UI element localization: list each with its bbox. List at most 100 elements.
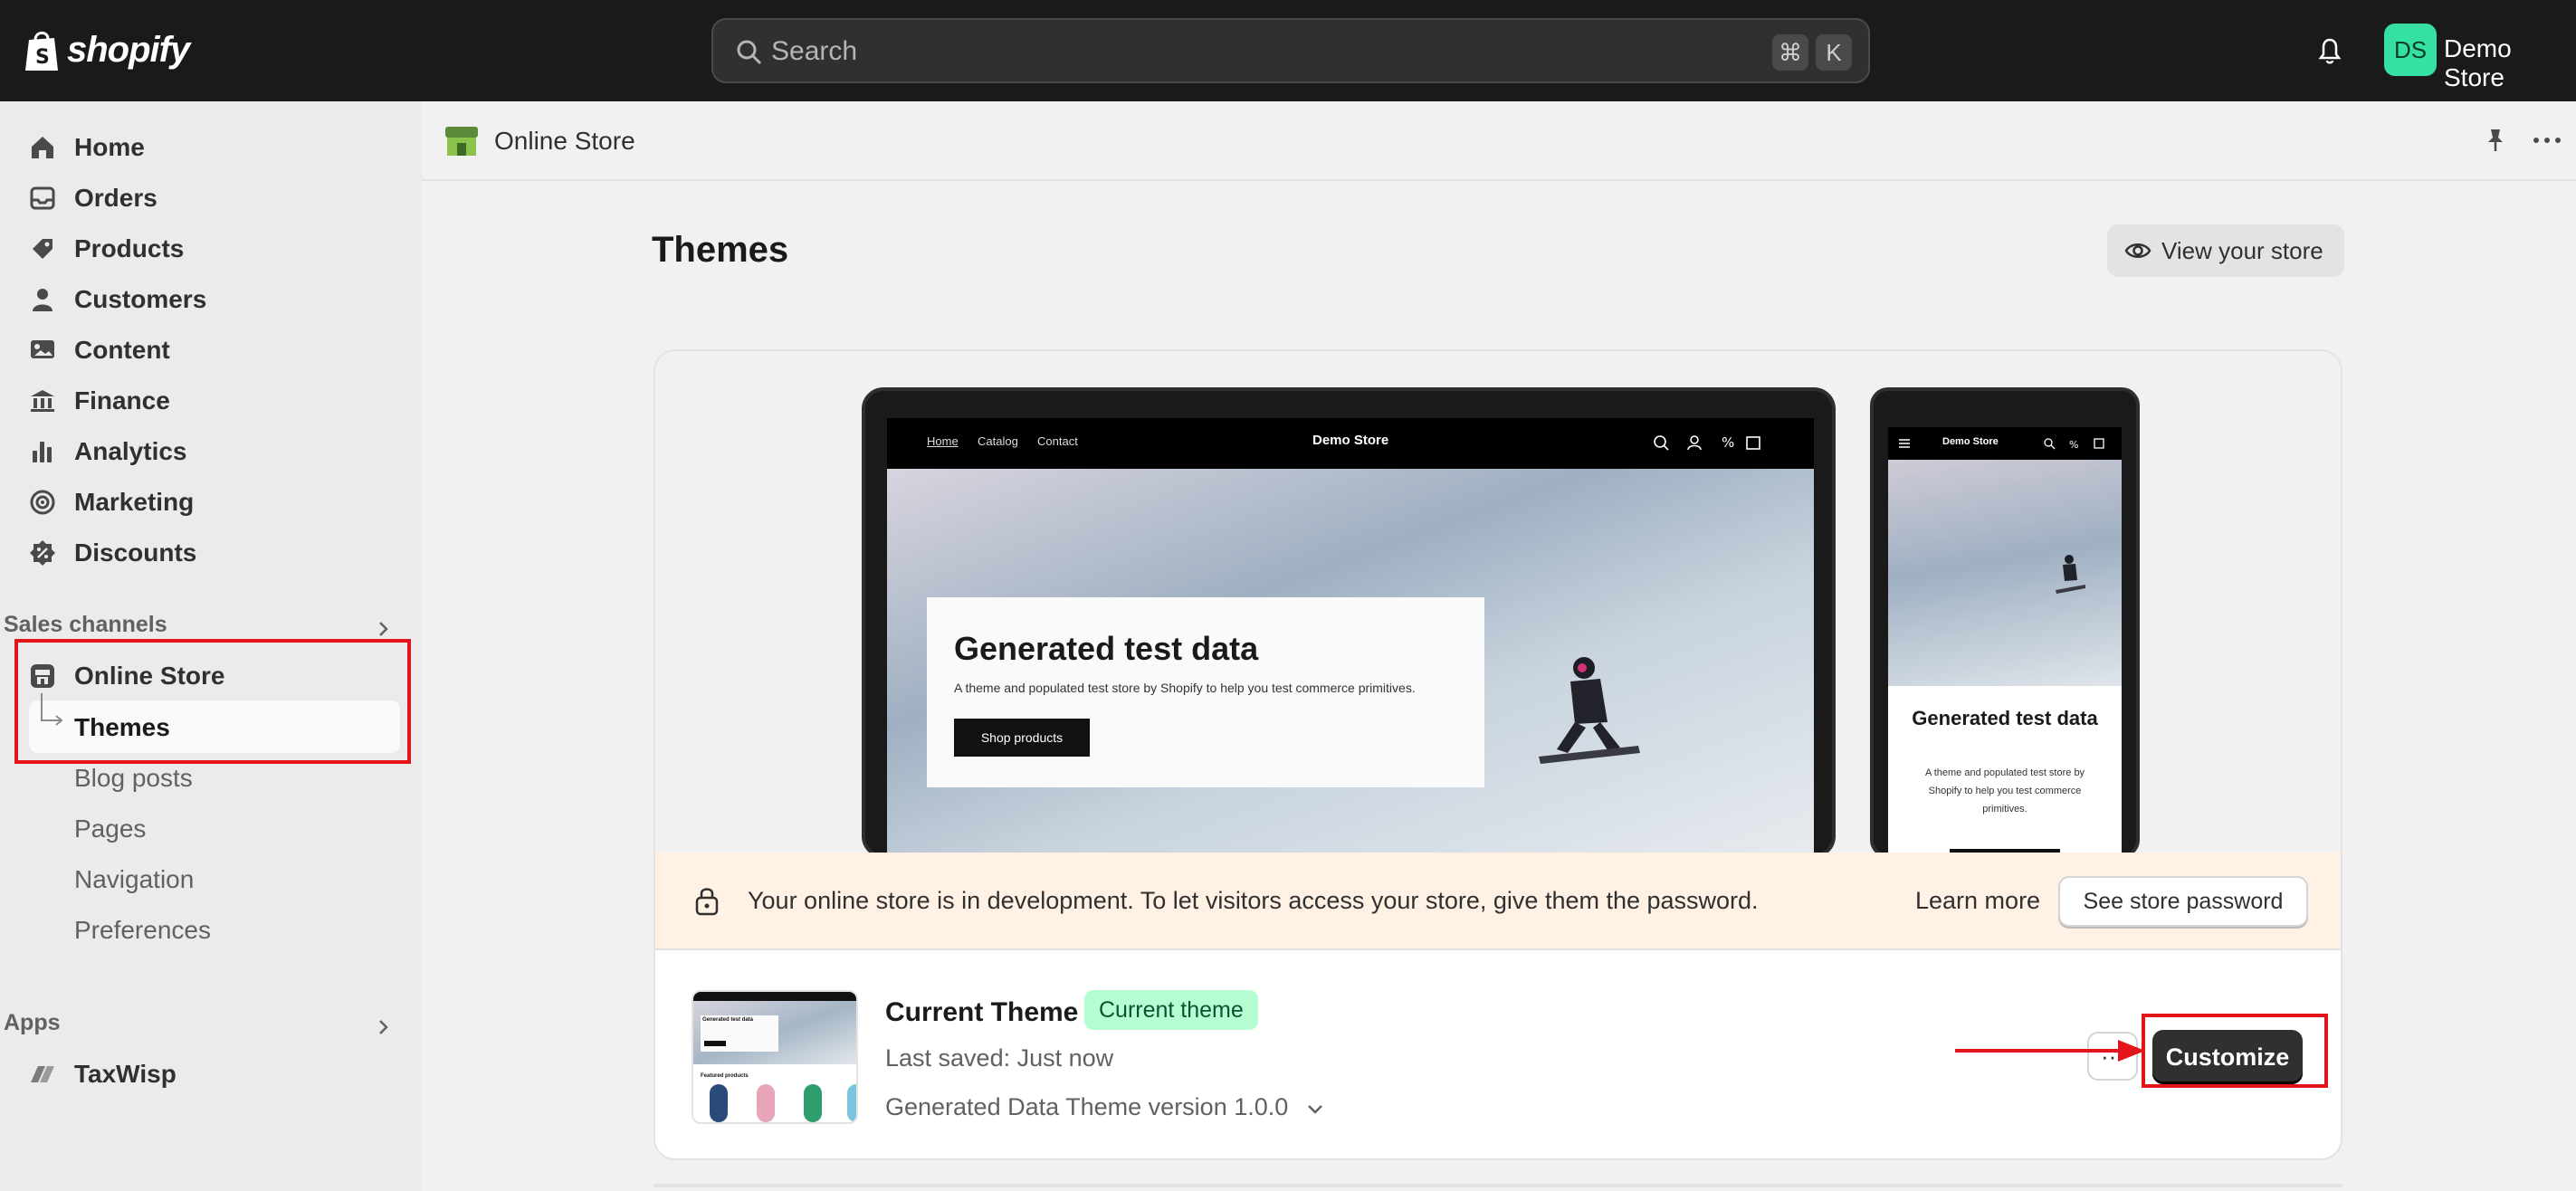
- shortcut-k-key: K: [1816, 34, 1852, 71]
- view-store-label: View your store: [2161, 236, 2323, 264]
- theme-name: Current Theme: [885, 997, 1079, 1027]
- banner-message: Your online store is in development. To …: [748, 887, 1759, 914]
- target-icon: [30, 490, 55, 515]
- bank-icon: [31, 390, 54, 412]
- sidebar-item-label: TaxWisp: [74, 1060, 177, 1088]
- notification-bell-icon[interactable]: [2314, 34, 2346, 67]
- avatar[interactable]: DS: [2384, 24, 2437, 76]
- sidebar-item-label: Finance: [74, 386, 170, 414]
- sidebar-item-label: Customers: [74, 285, 207, 313]
- sidebar-item-marketing[interactable]: Marketing: [27, 480, 407, 525]
- thumb-title: Generated test data: [702, 1017, 754, 1023]
- sidebar-item-taxwisp[interactable]: TaxWisp: [27, 1052, 407, 1097]
- sidebar-item-label: Products: [74, 234, 185, 262]
- preview-nav-link: Contact: [1037, 434, 1078, 448]
- sidebar-item-discounts[interactable]: Discounts: [27, 530, 407, 576]
- next-card-edge: [654, 1184, 2342, 1187]
- mobile-nav-icons: %: [2044, 438, 2104, 451]
- chevron-down-icon[interactable]: [1305, 1099, 1325, 1119]
- page-title: Themes: [652, 230, 789, 270]
- svg-text:%: %: [1722, 434, 1734, 451]
- shortcut-cmd-key: ⌘: [1772, 34, 1808, 71]
- pin-icon[interactable]: [2482, 127, 2509, 154]
- preview-nav: Home Catalog Contact Demo Store %: [887, 418, 1814, 469]
- mobile-preview-brand: Demo Store: [1942, 436, 1999, 447]
- sidebar-item-label: Home: [74, 133, 145, 161]
- sidebar-item-pages[interactable]: Pages: [74, 815, 146, 843]
- snowboarder-illustration: [1539, 657, 1640, 764]
- sidebar-item-label: Content: [74, 336, 170, 364]
- sidebar-item-analytics[interactable]: Analytics: [27, 429, 407, 474]
- preview-nav-link: Home: [927, 434, 959, 448]
- sidebar-item-blog-posts[interactable]: Blog posts: [74, 764, 193, 793]
- current-theme-badge: Current theme: [1084, 990, 1258, 1030]
- desktop-preview-frame: Home Catalog Contact Demo Store % Genera…: [862, 387, 1836, 871]
- annotation-highlight-box: [14, 639, 411, 764]
- sidebar-item-finance[interactable]: Finance: [27, 378, 407, 424]
- shopify-logo[interactable]: S shopify: [24, 27, 190, 72]
- content-icon: [31, 340, 54, 358]
- thumb-product: [757, 1084, 775, 1122]
- menu-icon: [1899, 439, 1910, 448]
- tag-icon: [33, 239, 52, 259]
- sidebar-item-navigation[interactable]: Navigation: [74, 865, 194, 894]
- store-name[interactable]: Demo Store: [2444, 34, 2576, 92]
- desktop-preview-screen: Home Catalog Contact Demo Store % Genera…: [887, 418, 1814, 871]
- sidebar-item-customers[interactable]: Customers: [27, 277, 407, 322]
- thumb-product: [710, 1084, 728, 1122]
- sidebar-item-label: Analytics: [74, 437, 187, 465]
- development-banner: Your online store is in development. To …: [655, 853, 2341, 948]
- thumb-section-label: Featured products: [701, 1073, 749, 1079]
- preview-hero-text: A theme and populated test store by Shop…: [954, 681, 1416, 695]
- thumb-product: [804, 1084, 822, 1122]
- mobile-preview-nav: Demo Store %: [1888, 427, 2122, 460]
- thumb-nav: [693, 992, 856, 1001]
- preview-nav-link: Catalog: [978, 434, 1018, 448]
- see-store-password-button[interactable]: See store password: [2058, 876, 2308, 927]
- snowboarder-illustration: [2056, 555, 2085, 594]
- thumb-button: [704, 1041, 726, 1046]
- last-saved-text: Last saved: Just now: [885, 1044, 1114, 1072]
- preview-nav-icons: %: [1654, 434, 1760, 451]
- sidebar-item-label: Marketing: [74, 488, 195, 516]
- sidebar-item-home[interactable]: Home: [27, 125, 407, 170]
- learn-more-link[interactable]: Learn more: [1915, 887, 2040, 915]
- theme-thumbnail[interactable]: Generated test data Featured products: [692, 990, 858, 1124]
- mobile-preview-text: A theme and populated test store by Shop…: [1924, 767, 2085, 815]
- shopify-bag-icon: S: [25, 31, 58, 71]
- sidebar-item-label: Orders: [74, 184, 157, 212]
- discount-icon: [30, 540, 55, 566]
- more-actions-icon[interactable]: [2531, 127, 2563, 154]
- logo-text: shopify: [67, 29, 190, 70]
- preview-hero-title: Generated test data: [954, 630, 1259, 667]
- sidebar-item-preferences[interactable]: Preferences: [74, 916, 211, 945]
- sidebar-item-products[interactable]: Products: [27, 226, 407, 272]
- theme-preview[interactable]: Home Catalog Contact Demo Store % Genera…: [655, 351, 2341, 871]
- preview-hero-button: Shop products: [954, 719, 1090, 757]
- subheader-title: Online Store: [494, 127, 635, 155]
- preview-brand: Demo Store: [1312, 433, 1389, 448]
- search-bar[interactable]: Search ⌘ K: [711, 18, 1870, 83]
- eye-icon: [2124, 243, 2151, 258]
- thumb-product: [847, 1084, 856, 1122]
- preview-hero-box: Generated test data A theme and populate…: [927, 597, 1484, 787]
- mobile-preview-screen: Demo Store % Generated test data A theme…: [1888, 427, 2122, 862]
- sales-channels-heading: Sales channels: [4, 612, 167, 637]
- sidebar-item-content[interactable]: Content: [27, 328, 407, 373]
- taxwisp-app-icon: [31, 1066, 54, 1082]
- view-store-button[interactable]: View your store: [2107, 224, 2344, 277]
- svg-text:%: %: [2069, 439, 2078, 451]
- chevron-right-icon[interactable]: [373, 1017, 393, 1037]
- lock-icon: [695, 888, 719, 916]
- home-icon: [32, 137, 53, 158]
- mobile-preview-title: Generated test data: [1912, 707, 2098, 729]
- mobile-preview-frame: Demo Store % Generated test data A theme…: [1870, 387, 2140, 862]
- bar-chart-icon: [33, 442, 52, 462]
- sidebar-item-orders[interactable]: Orders: [27, 176, 407, 221]
- search-icon: [737, 40, 762, 65]
- chevron-right-icon[interactable]: [373, 619, 393, 639]
- theme-version[interactable]: Generated Data Theme version 1.0.0: [885, 1093, 1288, 1121]
- top-bar: S shopify Search ⌘ K DS Demo Store: [0, 0, 2576, 101]
- preview-hero-image: Generated test data A theme and populate…: [887, 469, 1814, 871]
- search-placeholder: Search: [771, 36, 858, 66]
